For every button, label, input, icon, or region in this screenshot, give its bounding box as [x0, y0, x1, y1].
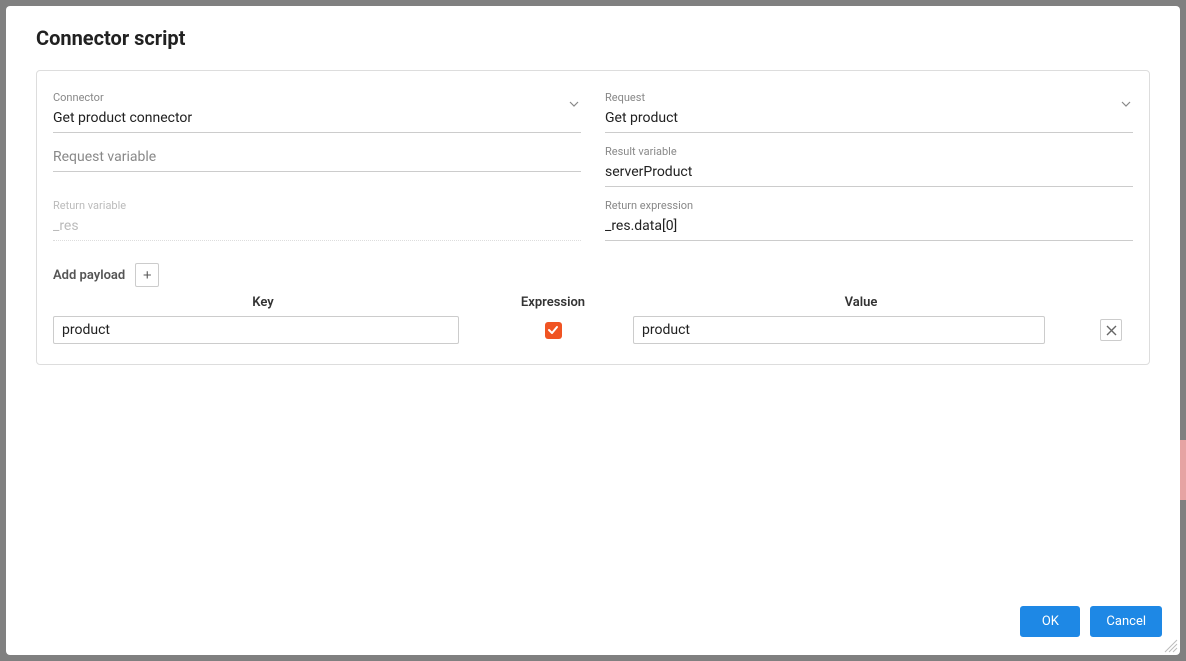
connector-label: Connector [53, 91, 581, 104]
add-payload-label: Add payload [53, 268, 125, 283]
cancel-button[interactable]: Cancel [1090, 606, 1162, 637]
dialog-footer: OK Cancel [6, 594, 1180, 655]
payload-expression-checkbox[interactable] [545, 322, 562, 339]
return-variable-input[interactable] [53, 214, 581, 241]
request-variable-input[interactable] [53, 145, 581, 172]
background-stripe [1180, 440, 1186, 500]
result-variable-label: Result variable [605, 145, 1133, 158]
return-expression-input[interactable] [605, 214, 1133, 241]
return-expression-label: Return expression [605, 199, 1133, 212]
dialog-body: Connector Request [6, 60, 1180, 594]
payload-value-input[interactable] [633, 316, 1045, 344]
return-expression-field: Return expression [605, 199, 1133, 241]
add-payload-button[interactable]: + [135, 263, 159, 287]
return-variable-field: Return variable [53, 199, 581, 241]
payload-header-key: Key [53, 295, 473, 310]
return-variable-label: Return variable [53, 199, 581, 212]
resize-handle[interactable] [1164, 639, 1178, 653]
request-field[interactable]: Request [605, 91, 1133, 133]
payload-header-expression: Expression [473, 295, 633, 310]
request-variable-field [53, 145, 581, 172]
payload-delete-button[interactable] [1100, 319, 1122, 341]
close-icon [1106, 325, 1117, 336]
result-variable-field: Result variable [605, 145, 1133, 187]
payload-header: Key Expression Value [53, 295, 1133, 310]
result-variable-input[interactable] [605, 160, 1133, 187]
request-select[interactable] [605, 106, 1133, 133]
add-payload-row: Add payload + [53, 263, 1133, 287]
ok-button[interactable]: OK [1020, 606, 1080, 637]
payload-header-value: Value [633, 295, 1089, 310]
request-label: Request [605, 91, 1133, 104]
dialog-header: Connector script [6, 6, 1180, 60]
connector-field[interactable]: Connector [53, 91, 581, 133]
form-panel: Connector Request [36, 70, 1150, 365]
check-icon [547, 324, 559, 336]
plus-icon: + [143, 267, 152, 284]
payload-row [53, 316, 1133, 344]
connector-script-dialog: Connector script Connector Request [6, 6, 1180, 655]
connector-select[interactable] [53, 106, 581, 133]
payload-key-input[interactable] [53, 316, 459, 344]
dialog-title: Connector script [36, 26, 1150, 50]
